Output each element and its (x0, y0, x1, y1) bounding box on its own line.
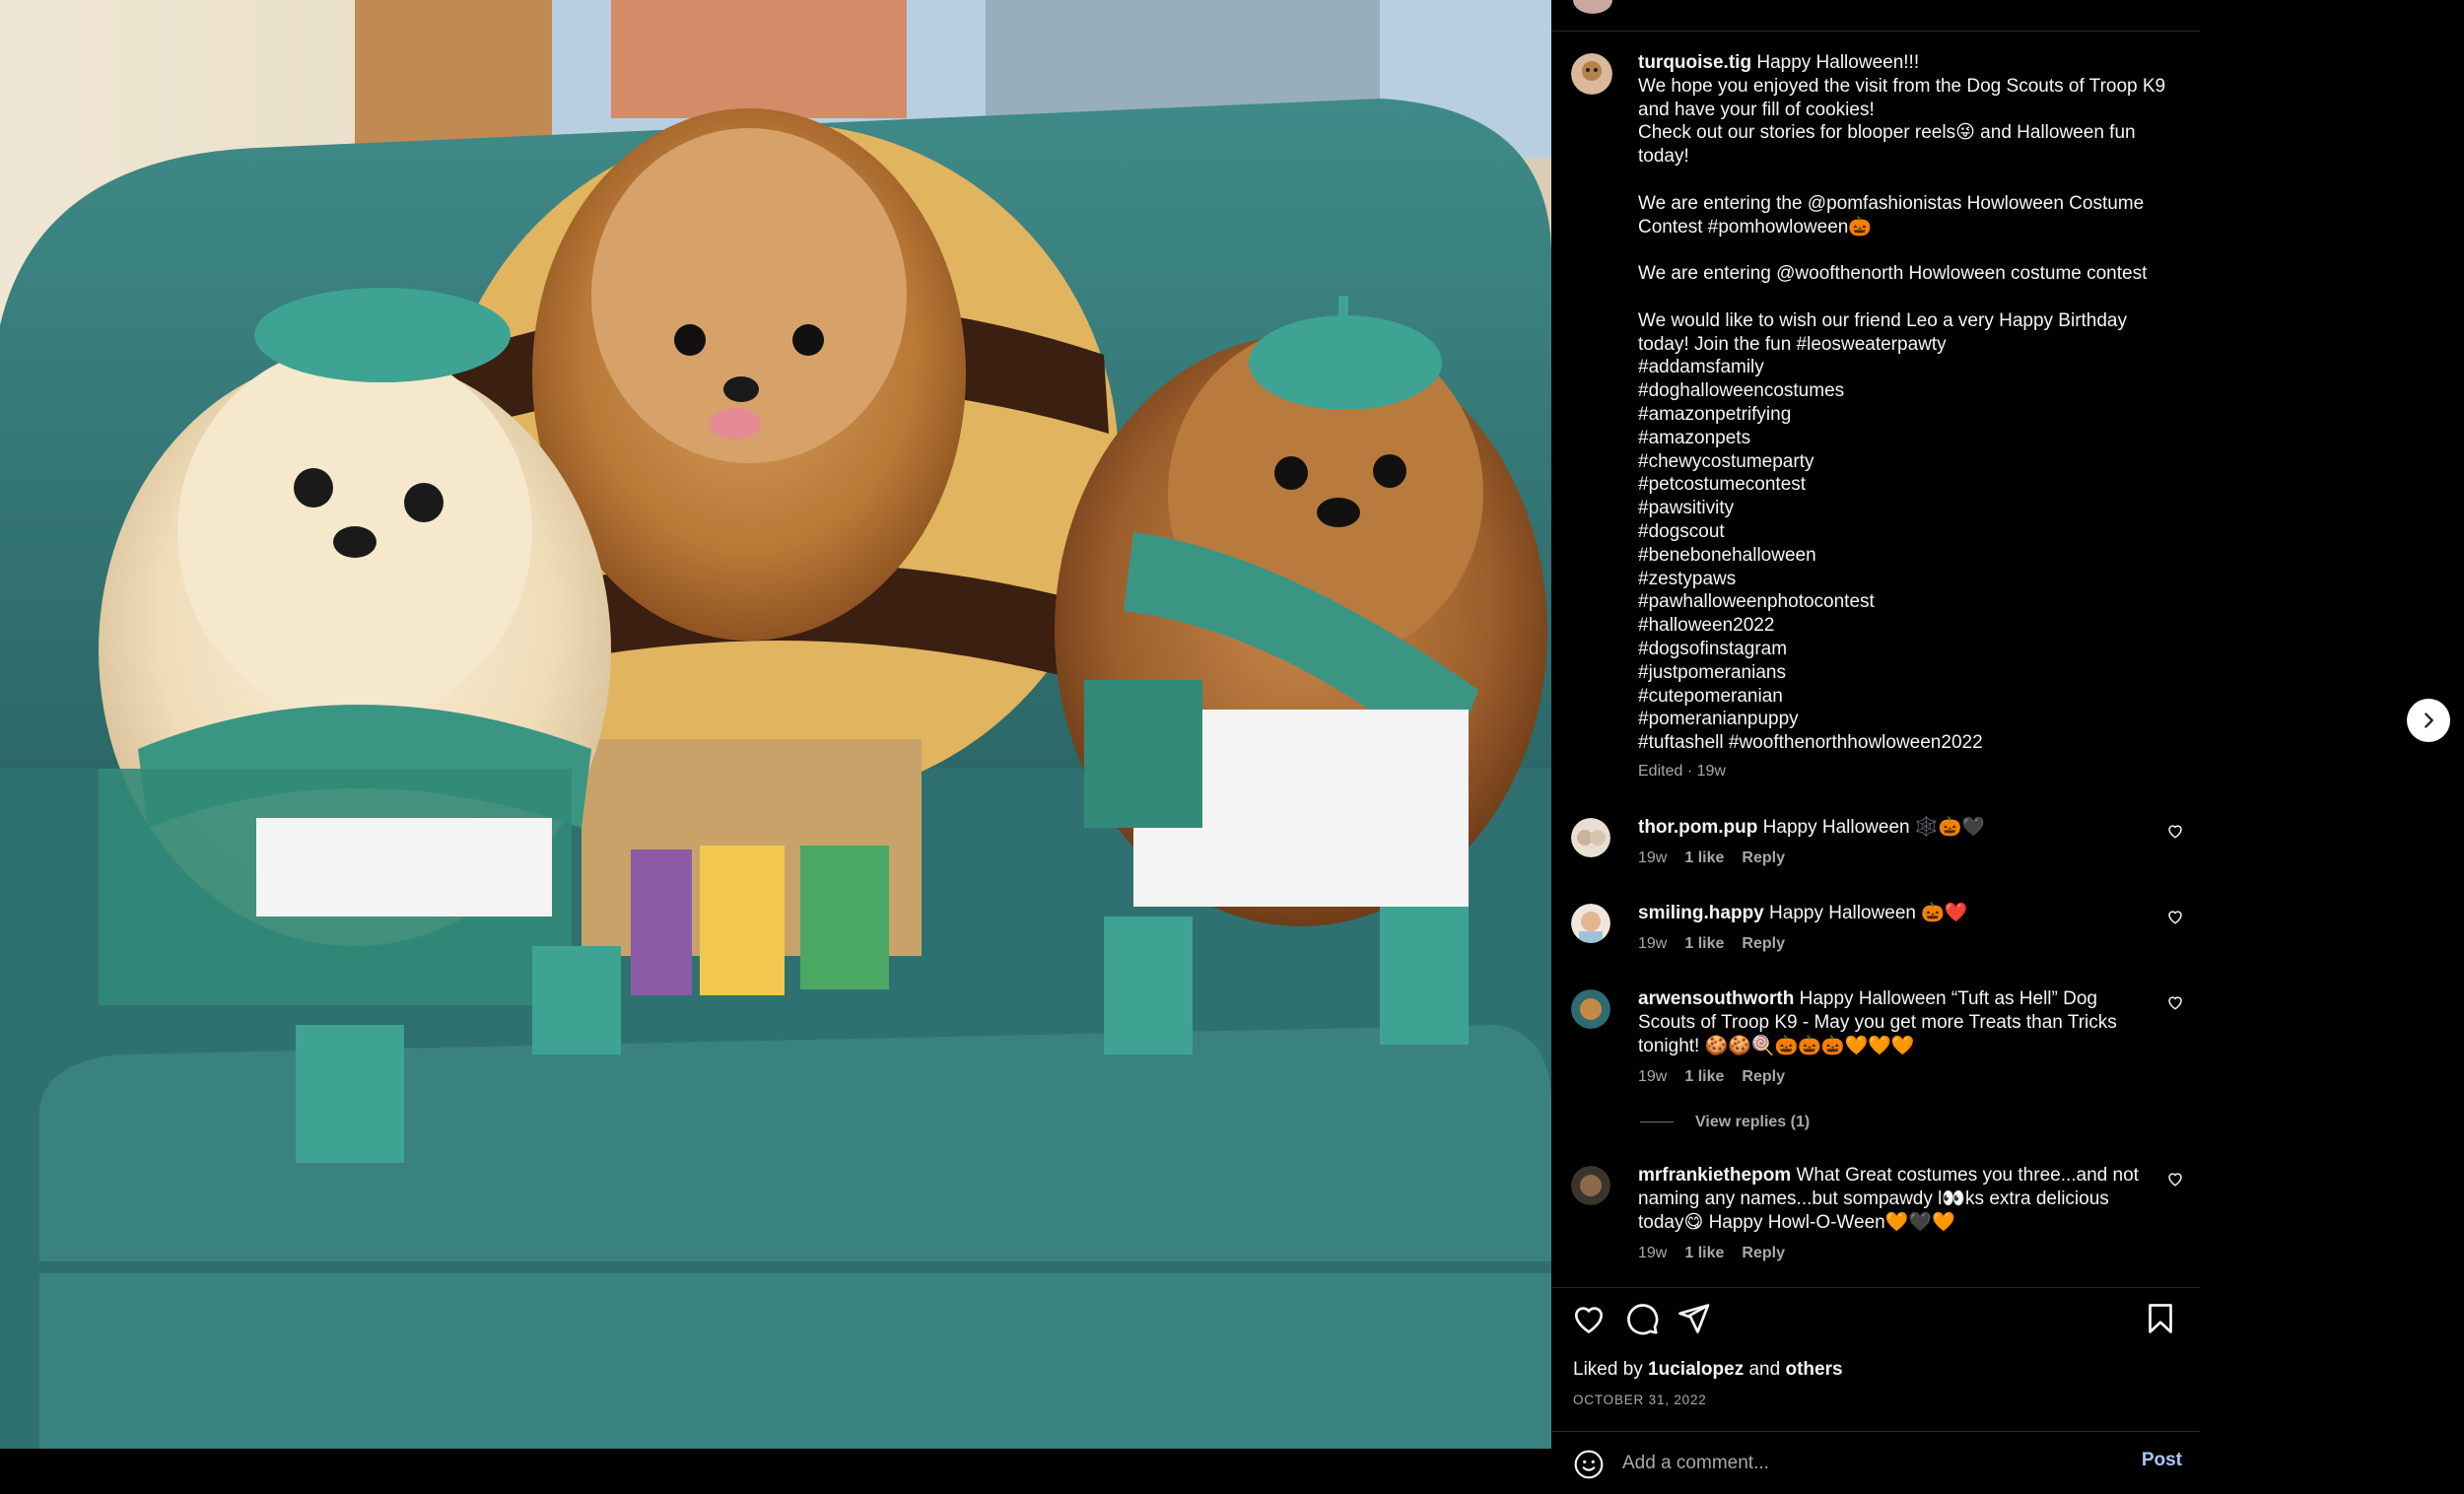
caption-body: Happy Halloween!!! We hope you enjoyed t… (1638, 52, 2166, 754)
heart-icon[interactable] (2166, 1170, 2184, 1188)
comment-avatar[interactable] (1571, 989, 1610, 1029)
heart-icon[interactable] (1571, 1301, 1607, 1336)
comment-time: 19w (1638, 935, 1668, 952)
comment-text: smiling.happy Happy Halloween 🎃❤️ (1638, 902, 2151, 925)
view-replies-button[interactable]: View replies (1) (1640, 1114, 1810, 1131)
comment-meta: 19w 1 like Reply (1638, 1245, 1803, 1262)
comment-username[interactable]: mrfrankiethepom (1638, 1165, 1791, 1186)
comment-meta: 19w 1 like Reply (1638, 935, 1803, 953)
caption-block: turquoise.tig Happy Halloween!!! We hope… (1551, 32, 2200, 790)
reply-button[interactable]: Reply (1742, 849, 1785, 866)
comment-text: mrfrankiethepom What Great costumes you … (1638, 1164, 2151, 1234)
comment-meta: 19w 1 like Reply (1638, 1068, 1803, 1086)
avatar (1573, 0, 1612, 14)
next-post-button[interactable] (2407, 699, 2450, 742)
comment-text: arwensouthworth Happy Halloween “Tuft as… (1638, 987, 2151, 1057)
post-comment-button[interactable]: Post (2142, 1450, 2182, 1471)
divider (1551, 1287, 2200, 1288)
author-username[interactable]: turquoise.tig (1638, 52, 1751, 73)
bookmark-icon[interactable] (2143, 1301, 2178, 1336)
author-avatar[interactable] (1571, 53, 1612, 95)
comment-avatar[interactable] (1571, 1166, 1610, 1205)
comment-likes[interactable]: 1 like (1684, 1245, 1724, 1261)
comment-text: thor.pom.pup Happy Halloween 🕸️🎃🖤 (1638, 816, 2151, 840)
comment-username[interactable]: smiling.happy (1638, 903, 1764, 923)
post-side-panel: turquoise.tig Happy Halloween!!! We hope… (1551, 0, 2200, 1494)
comment-time: 19w (1638, 1245, 1668, 1261)
liker-username[interactable]: 1ucialopez (1648, 1359, 1744, 1380)
smiley-icon[interactable] (1573, 1449, 1605, 1480)
comment-message: Happy Halloween 🎃❤️ (1769, 903, 1968, 923)
heart-icon[interactable] (2166, 993, 2184, 1011)
comment-time: 19w (1638, 849, 1668, 866)
comment-likes[interactable]: 1 like (1684, 935, 1724, 952)
reply-button[interactable]: Reply (1742, 1245, 1785, 1261)
comment-time: 19w (1638, 1068, 1668, 1085)
comment-meta: 19w 1 like Reply (1638, 849, 1803, 867)
likes-middle: and (1744, 1359, 1786, 1380)
reply-button[interactable]: Reply (1742, 1068, 1785, 1085)
likes-others[interactable]: others (1785, 1359, 1842, 1380)
comment-likes[interactable]: 1 like (1684, 849, 1724, 866)
heart-icon[interactable] (2166, 822, 2184, 840)
heart-icon[interactable] (2166, 908, 2184, 925)
likes-prefix: Liked by (1573, 1359, 1649, 1380)
comment-username[interactable]: arwensouthworth (1638, 988, 1794, 1009)
comment-likes[interactable]: 1 like (1684, 1068, 1724, 1085)
dogs-photo (0, 0, 1551, 1449)
action-bar (1551, 1301, 2200, 1344)
caption-meta: Edited · 19w (1638, 763, 1726, 780)
comment-message: Happy Halloween 🕸️🎃🖤 (1762, 817, 1985, 838)
comment-avatar[interactable] (1571, 904, 1610, 943)
comment-username[interactable]: thor.pom.pup (1638, 817, 1757, 838)
comment-avatar[interactable] (1571, 818, 1610, 857)
comment-bubble-icon[interactable] (1624, 1301, 1660, 1336)
comment-bar: Post (1551, 1431, 2200, 1494)
replies-line (1640, 1121, 1674, 1123)
view-replies-label: View replies (1) (1695, 1114, 1811, 1130)
chevron-right-icon (2425, 713, 2433, 728)
post-photo[interactable] (0, 0, 1551, 1449)
post-date: OCTOBER 31, 2022 (1573, 1392, 1707, 1407)
paper-plane-icon[interactable] (1676, 1301, 1711, 1336)
caption-text: turquoise.tig Happy Halloween!!! We hope… (1638, 51, 2170, 755)
reply-button[interactable]: Reply (1742, 935, 1785, 952)
comment-input[interactable] (1622, 1448, 2095, 1479)
likes-summary: Liked by 1ucialopez and others (1573, 1359, 1843, 1381)
panel-top-stub (1551, 0, 2200, 32)
